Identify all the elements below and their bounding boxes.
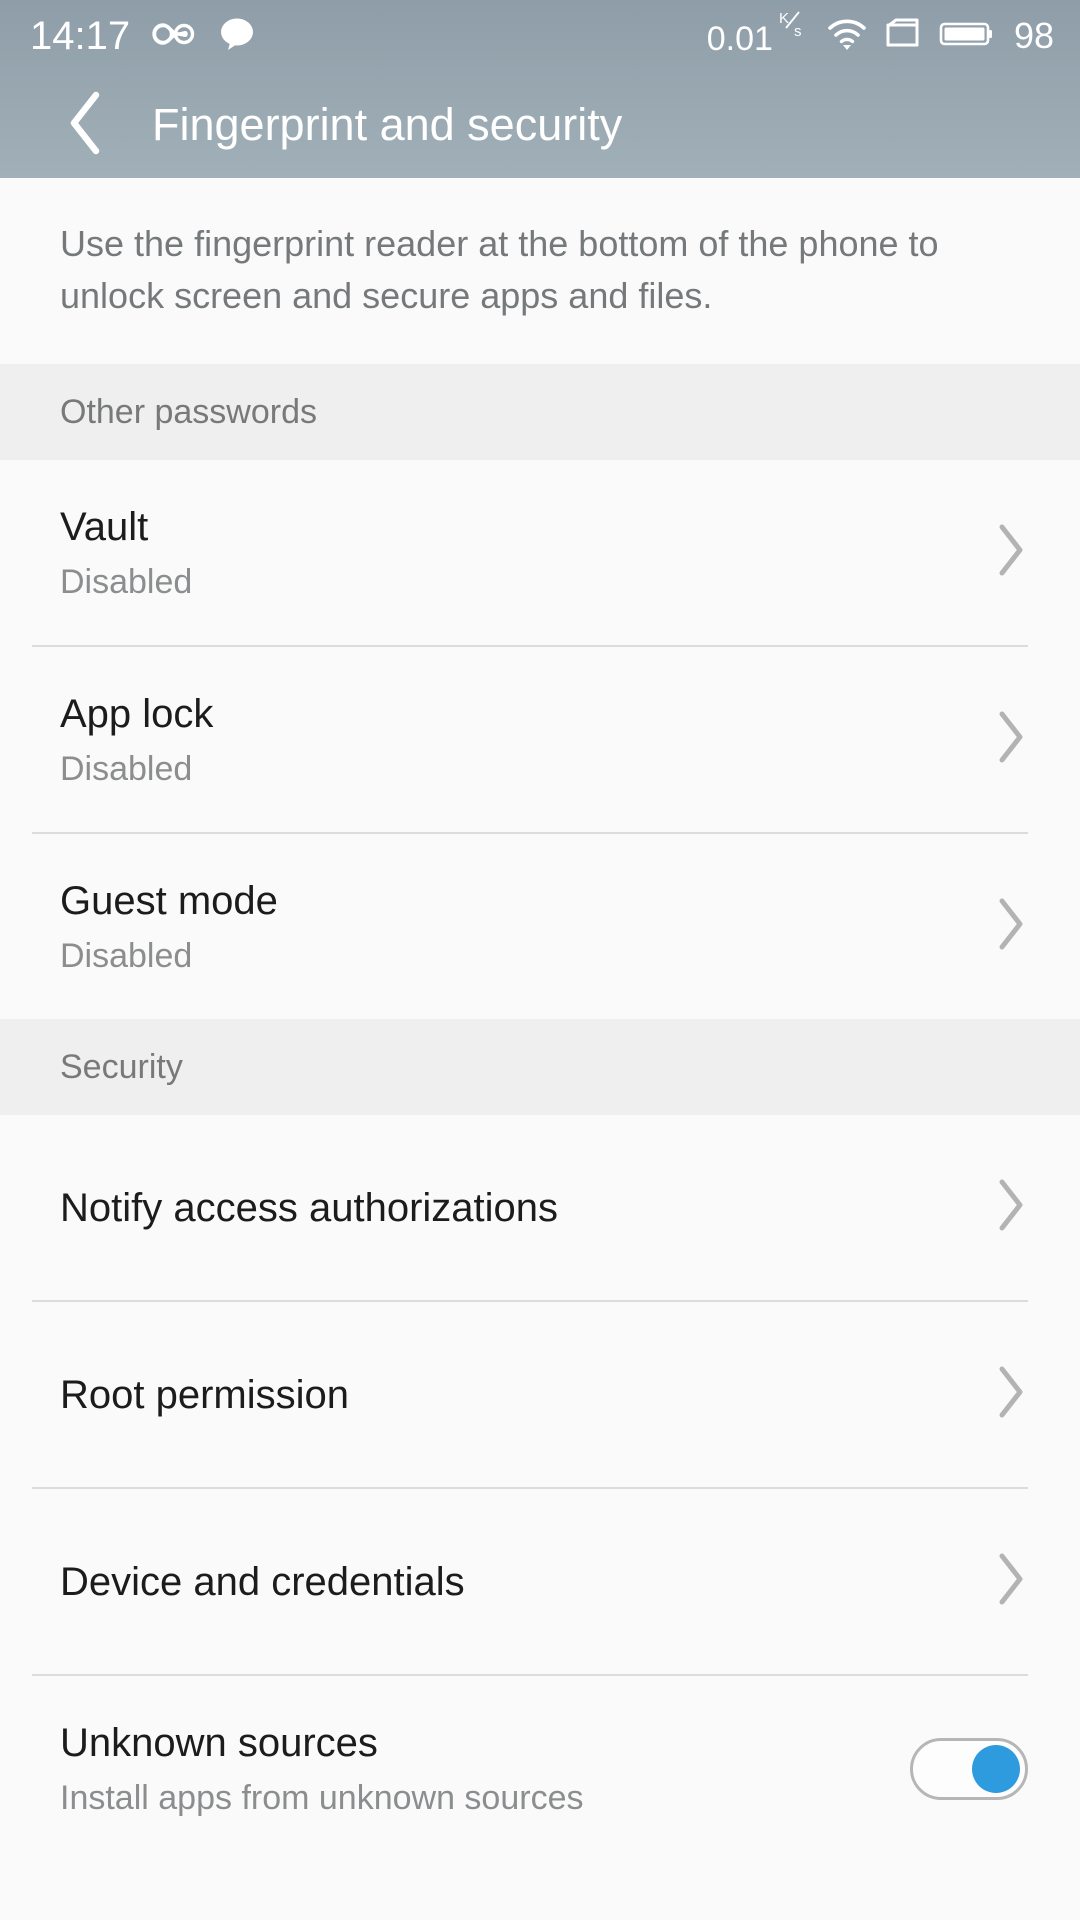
section-header-other-passwords: Other passwords (0, 364, 1080, 460)
intro-description: Use the fingerprint reader at the bottom… (0, 178, 1080, 364)
list-item-title: Unknown sources (60, 1720, 378, 1765)
list-item-subtitle: Disabled (60, 936, 193, 975)
status-bar-right: 0.01 K s 98 (706, 10, 1054, 58)
list-item-vault[interactable]: Vault Disabled (0, 460, 1080, 645)
list-item-title: Root permission (60, 1372, 350, 1417)
list-item-text: Root permission (60, 1371, 974, 1419)
chevron-right-icon (994, 1363, 1028, 1426)
section-header-label: Other passwords (60, 392, 317, 431)
chevron-right-icon (994, 1550, 1028, 1613)
network-speed: 0.01 K s (706, 10, 809, 58)
message-bubble-icon (218, 17, 256, 56)
list-item-title: App lock (60, 691, 214, 736)
network-speed-unit: K s (779, 8, 809, 46)
list-item-guest-mode[interactable]: Guest mode Disabled (0, 834, 1080, 1019)
list-item-title: Device and credentials (60, 1559, 465, 1604)
list-item-root-permission[interactable]: Root permission (0, 1302, 1080, 1487)
list-item-title: Guest mode (60, 878, 278, 923)
chevron-right-icon (994, 895, 1028, 958)
list-item-app-lock[interactable]: App lock Disabled (0, 647, 1080, 832)
toggle-knob (972, 1744, 1020, 1793)
list-security: Notify access authorizations Root permis… (0, 1115, 1080, 1861)
list-item-unknown-sources[interactable]: Unknown sources Install apps from unknow… (0, 1676, 1080, 1861)
list-other-passwords: Vault Disabled App lock Disabled Guest m… (0, 460, 1080, 1019)
phone-screen: 14:17 0.01 K s 98 Fingerprint and securi… (0, 0, 1080, 1920)
infinity-icon (152, 19, 196, 54)
status-clock: 14:17 (30, 14, 131, 58)
list-item-text: App lock Disabled (60, 690, 974, 790)
chevron-right-icon (994, 521, 1028, 584)
wifi-icon (826, 17, 868, 56)
network-speed-value: 0.01 (706, 20, 773, 58)
battery-icon (938, 17, 994, 56)
list-item-notify-access-authorizations[interactable]: Notify access authorizations (0, 1115, 1080, 1300)
list-item-text: Notify access authorizations (60, 1184, 974, 1232)
section-header-label: Security (60, 1047, 183, 1086)
back-button[interactable] (48, 87, 124, 163)
page-title: Fingerprint and security (152, 99, 623, 150)
list-item-text: Unknown sources Install apps from unknow… (60, 1719, 890, 1819)
list-item-title: Vault (60, 504, 149, 549)
list-item-device-and-credentials[interactable]: Device and credentials (0, 1489, 1080, 1674)
status-bar-left: 14:17 (30, 16, 256, 56)
list-item-text: Vault Disabled (60, 503, 974, 603)
list-item-text: Guest mode Disabled (60, 877, 974, 977)
list-item-subtitle: Install apps from unknown sources (60, 1778, 584, 1817)
app-bar: Fingerprint and security (0, 72, 1080, 178)
unknown-sources-toggle[interactable] (910, 1737, 1028, 1800)
list-item-subtitle: Disabled (60, 562, 193, 601)
chevron-right-icon (994, 1176, 1028, 1239)
intro-description-text: Use the fingerprint reader at the bottom… (60, 223, 939, 316)
list-item-text: Device and credentials (60, 1558, 974, 1606)
chevron-right-icon (994, 708, 1028, 771)
chevron-left-icon (63, 88, 109, 163)
svg-text:s: s (794, 23, 802, 40)
list-item-title: Notify access authorizations (60, 1185, 559, 1230)
status-bar: 14:17 0.01 K s 98 (0, 0, 1080, 72)
settings-content: Use the fingerprint reader at the bottom… (0, 178, 1080, 1920)
battery-percent: 98 (1013, 15, 1054, 56)
svg-text:K: K (779, 10, 789, 27)
sim-card-icon (885, 17, 921, 56)
list-item-subtitle: Disabled (60, 749, 193, 788)
section-header-security: Security (0, 1019, 1080, 1115)
